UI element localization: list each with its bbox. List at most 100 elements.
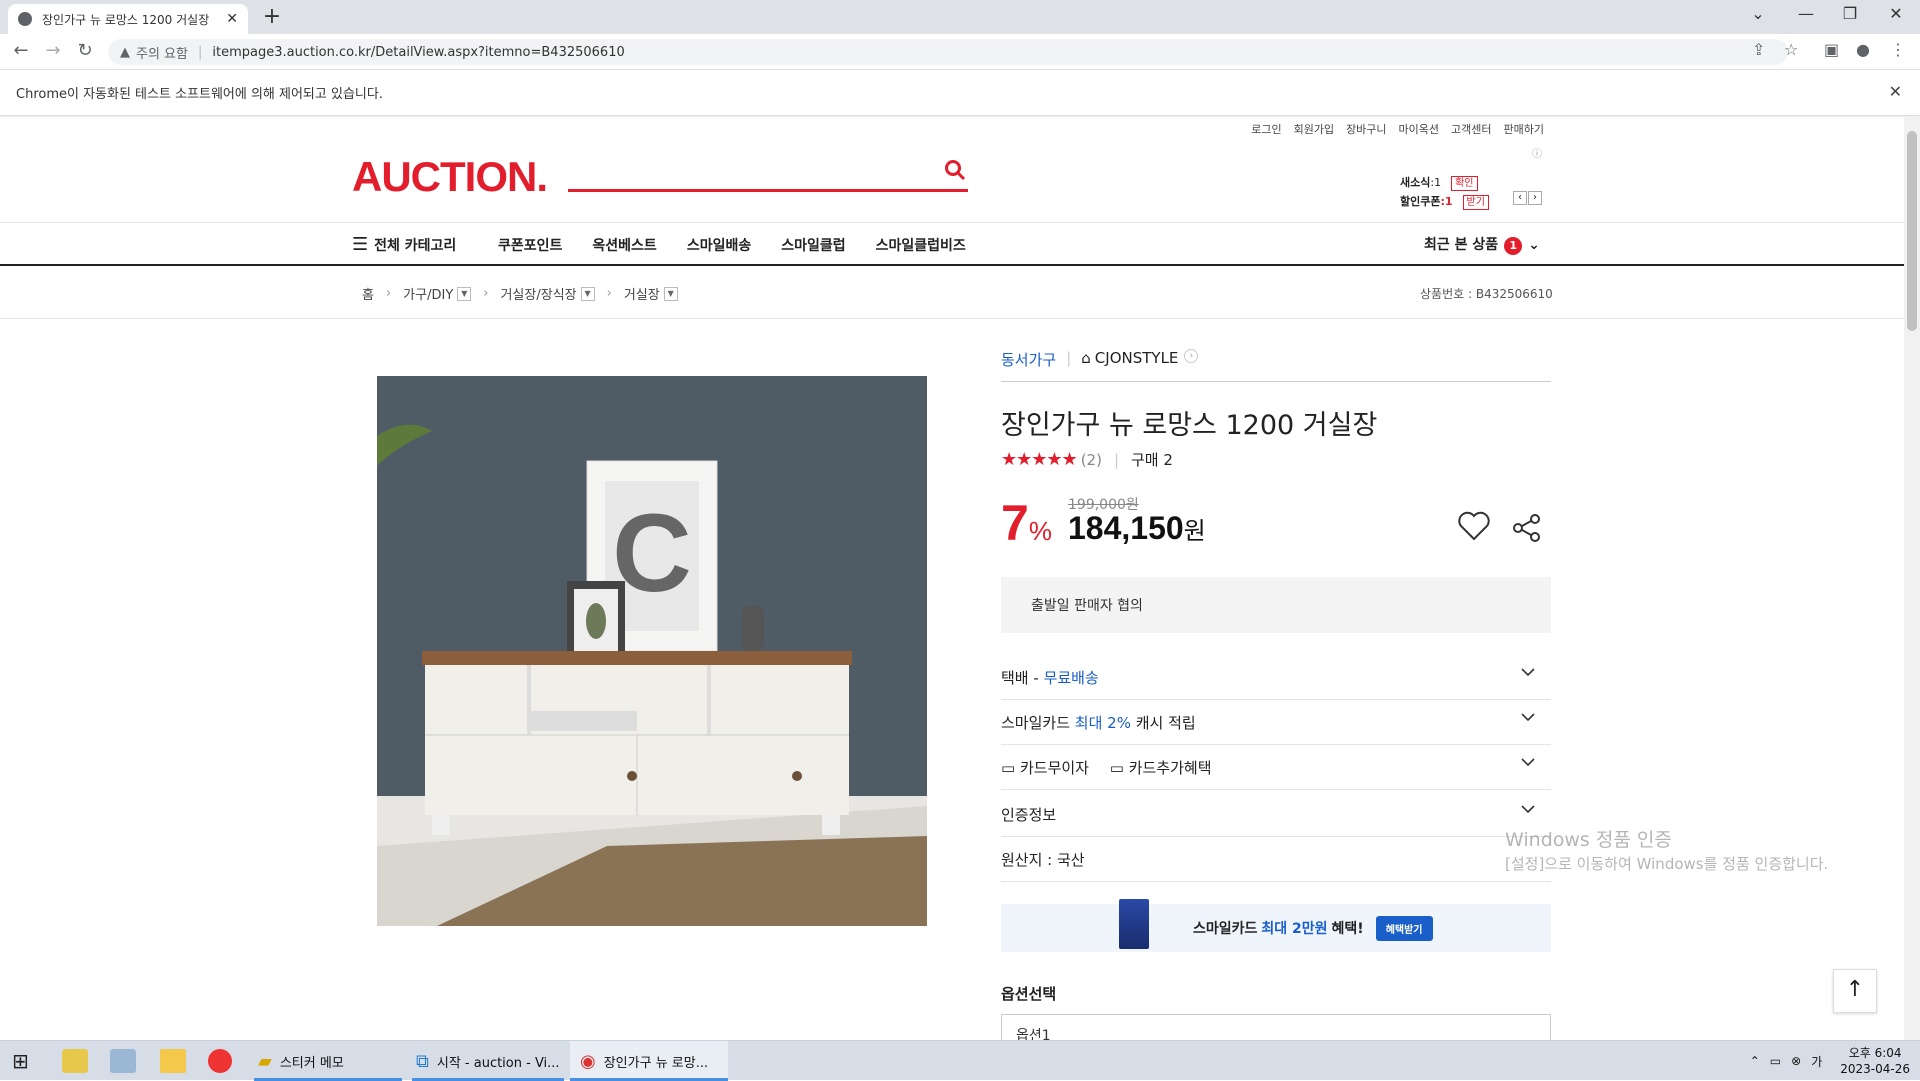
chevron-right-icon[interactable]: › <box>1184 349 1199 363</box>
app-icon[interactable] <box>110 1049 136 1073</box>
taskbar-vscode[interactable]: ⧉ 시작 - auction - Vi... <box>412 1041 564 1081</box>
profile-icon[interactable]: ● <box>1856 40 1870 59</box>
taskbar-chrome-window[interactable]: ◉ 장인가구 뉴 로망... <box>570 1041 728 1081</box>
back-arrow-icon[interactable]: ← <box>8 40 34 61</box>
volume-icon[interactable]: ⊗ <box>1791 1054 1801 1068</box>
signup-link[interactable]: 회원가입 <box>1294 121 1334 137</box>
clock[interactable]: 오후 6:04 2023-04-26 <box>1840 1045 1910 1077</box>
option-heading: 옵션선택 <box>1001 985 1057 1003</box>
side-panel-icon[interactable]: ▣ <box>1824 40 1839 59</box>
gnb-smile-club[interactable]: 스마일클럽 <box>781 235 845 255</box>
forward-arrow-icon[interactable]: → <box>40 40 66 61</box>
next-arrow-icon[interactable]: › <box>1528 191 1542 205</box>
my-auction-link[interactable]: 마이옥션 <box>1399 121 1439 137</box>
info-icon[interactable]: ⓘ <box>1532 145 1542 160</box>
infobar-close-icon[interactable]: ✕ <box>1889 82 1902 101</box>
scroll-top-arrow-icon[interactable]: ↑ <box>1833 969 1877 1013</box>
watermark-subtitle: [설정]으로 이동하여 Windows를 정품 인증합니다. <box>1505 855 1829 873</box>
chevron-down-icon[interactable] <box>1521 802 1535 816</box>
scrollbar-thumb[interactable] <box>1907 131 1917 331</box>
product-number: 상품번호 : B432506610 <box>1420 287 1553 301</box>
page-scrollbar[interactable] <box>1904 117 1920 1040</box>
file-explorer-icon[interactable] <box>160 1049 186 1073</box>
ime-icon[interactable]: 가 <box>1811 1053 1822 1070</box>
chevron-down-icon[interactable]: ▼ <box>663 286 678 301</box>
breadcrumb-home[interactable]: 홈 <box>362 284 374 303</box>
taskbar-sticky-notes[interactable]: ▰ 스티커 메모 <box>254 1041 402 1081</box>
gnb-menu: 쿠폰포인트 옥션베스트 스마일배송 스마일클럽 스마일클럽비즈 <box>498 235 996 255</box>
security-label[interactable]: 주의 요함 <box>136 43 188 62</box>
star-rating-icon: ★★★★★ <box>1001 449 1078 470</box>
network-icon[interactable]: ▭ <box>1770 1054 1781 1068</box>
cart-link[interactable]: 장바구니 <box>1346 121 1386 137</box>
seller-name[interactable]: 동서가구 <box>1001 349 1056 370</box>
maps-app-icon[interactable] <box>62 1049 88 1073</box>
certification-label: 인증정보 <box>1001 806 1057 824</box>
home-icon: ⌂ <box>1081 349 1091 367</box>
breadcrumb-tv-stand[interactable]: 거실장 <box>624 284 660 303</box>
breadcrumb-separator-icon: › <box>385 286 392 301</box>
chevron-down-icon[interactable]: ▼ <box>580 286 595 301</box>
auction-logo[interactable]: AUCTION. <box>352 153 548 201</box>
window-close-icon[interactable]: ✕ <box>1876 4 1916 23</box>
ship-date-text: 출발일 판매자 협의 <box>1031 598 1143 614</box>
heart-icon[interactable] <box>1458 511 1490 545</box>
browser-tab[interactable]: 장인가구 뉴 로망스 1200 거실장 ✕ <box>8 4 248 34</box>
chevron-down-icon[interactable] <box>1521 665 1535 679</box>
share-icon[interactable] <box>1512 513 1542 547</box>
chrome-icon[interactable] <box>208 1049 232 1073</box>
recent-items-label: 최근 본 상품 <box>1424 237 1499 253</box>
delivery-row[interactable]: 택배 - 무료배송 <box>1001 655 1551 700</box>
product-image[interactable]: C <box>377 376 927 926</box>
chevron-down-icon[interactable]: ▼ <box>457 286 472 301</box>
review-count[interactable]: (2) <box>1081 451 1102 469</box>
smilecard-row[interactable]: 스마일카드 최대 2% 캐시 적립 <box>1001 700 1551 745</box>
gnb-smile-club-biz[interactable]: 스마일클럽비즈 <box>876 235 966 255</box>
breadcrumb: 홈 › 가구/DIY ▼ › 거실장/장식장 ▼ › 거실장 ▼ <box>362 284 678 303</box>
taskbar-app-label: 시작 - auction - Vi... <box>436 1055 560 1071</box>
sell-link[interactable]: 판매하기 <box>1504 121 1544 137</box>
card-benefit-row[interactable]: ▭ 카드무이자 ▭ 카드추가혜택 <box>1001 745 1551 790</box>
card-plus-icon: ▭ <box>1109 759 1124 777</box>
prev-arrow-icon[interactable]: ‹ <box>1513 191 1527 205</box>
card-icon: ▭ <box>1001 759 1016 777</box>
kebab-menu-icon[interactable]: ⋮ <box>1890 40 1906 59</box>
breadcrumb-furniture[interactable]: 가구/DIY <box>403 284 453 303</box>
smilecard-image <box>1119 899 1149 949</box>
smilecard-banner[interactable]: 스마일카드 최대 2만원 혜택! 혜택받기 <box>1001 899 1551 952</box>
chrome-icon: ◉ <box>580 1050 596 1072</box>
tab-search-icon[interactable]: ⌄ <box>1738 4 1778 23</box>
maximize-icon[interactable]: ❐ <box>1830 4 1870 23</box>
chevron-up-icon[interactable]: ⌃ <box>1750 1054 1760 1068</box>
reload-icon[interactable]: ↻ <box>72 40 98 61</box>
tab-close-icon[interactable]: ✕ <box>226 11 238 27</box>
gnb-smile-delivery[interactable]: 스마일배송 <box>687 235 751 255</box>
gnb-auction-best[interactable]: 옥션베스트 <box>592 235 656 255</box>
hamburger-icon: ☰ <box>352 234 369 255</box>
search-icon[interactable] <box>944 159 966 187</box>
login-link[interactable]: 로그인 <box>1251 121 1281 137</box>
url-text[interactable]: itempage3.auction.co.kr/DetailView.aspx?… <box>212 45 624 60</box>
customer-center-link[interactable]: 고객센터 <box>1451 121 1491 137</box>
new-tab-button[interactable]: + <box>258 4 286 29</box>
seller-row: 동서가구 | ⌂ CJONSTYLE › <box>1001 349 1551 382</box>
windows-start-icon[interactable]: ⊞ <box>12 1049 38 1073</box>
bookmark-star-icon[interactable]: ☆ <box>1784 40 1798 59</box>
all-category-button[interactable]: ☰ 전체 카테고리 <box>352 234 456 255</box>
breadcrumb-cabinet[interactable]: 거실장/장식장 <box>500 284 576 303</box>
share-page-icon[interactable]: ⇪ <box>1752 40 1765 59</box>
coupon-receive-button[interactable]: 받기 <box>1462 195 1489 210</box>
chevron-down-icon[interactable] <box>1521 710 1535 724</box>
address-bar[interactable]: ▲ 주의 요함 | itempage3.auction.co.kr/Detail… <box>108 39 1788 65</box>
watermark-title: Windows 정품 인증 <box>1505 829 1672 851</box>
gnb-coupon-point[interactable]: 쿠폰포인트 <box>498 235 562 255</box>
recent-items-button[interactable]: 최근 본 상품 1 ⌄ <box>1424 234 1540 255</box>
chevron-down-icon[interactable] <box>1521 755 1535 769</box>
search-input[interactable] <box>568 189 968 192</box>
store-name[interactable]: CJONSTYLE <box>1095 349 1179 367</box>
option-select[interactable]: 옵션1 <box>1001 1014 1551 1040</box>
notification-check-button[interactable]: 확인 <box>1451 176 1478 191</box>
minimize-icon[interactable]: — <box>1786 4 1826 23</box>
certification-row[interactable]: 인증정보 <box>1001 792 1551 837</box>
benefit-button[interactable]: 혜택받기 <box>1375 915 1433 941</box>
